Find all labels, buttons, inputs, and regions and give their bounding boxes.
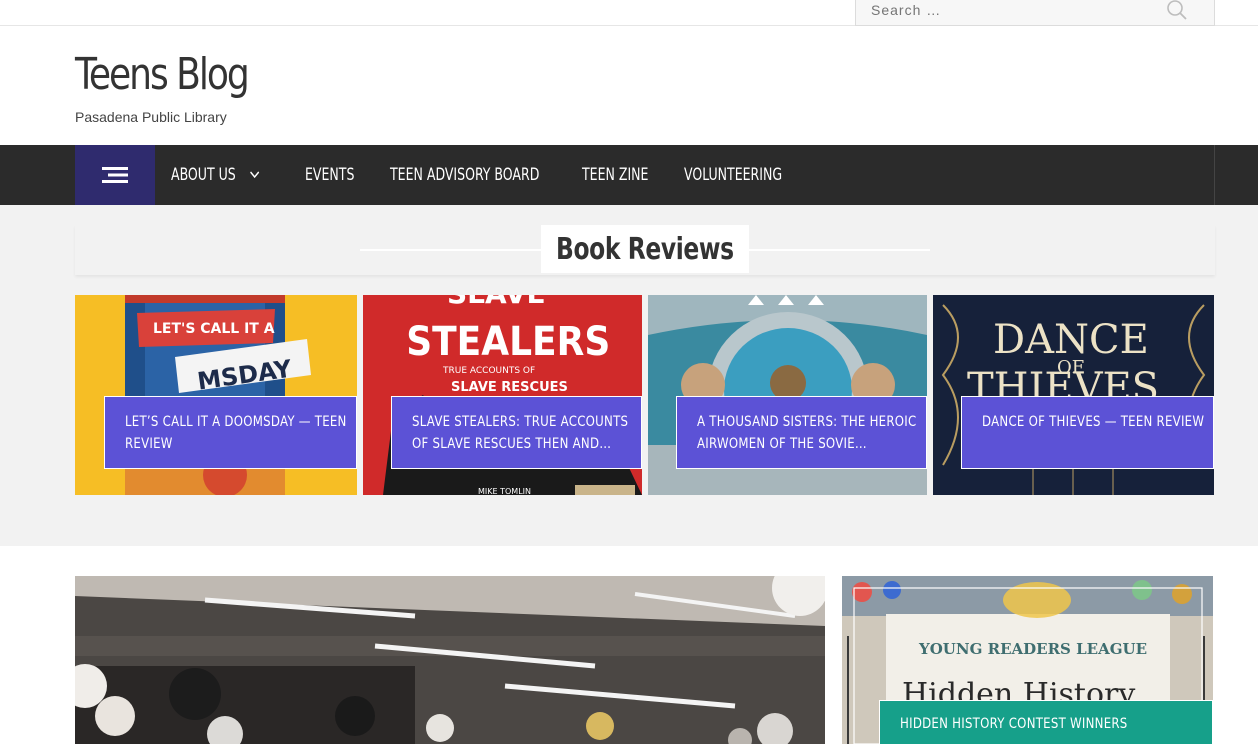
search-icon[interactable]	[1166, 0, 1188, 21]
review-card-caption[interactable]: A Thousand Sisters: The Heroic Airwomen …	[676, 396, 927, 469]
nav-item-label: Events	[305, 165, 355, 185]
section-header: Book Reviews	[75, 225, 1215, 275]
nav-item-volunteering[interactable]: Volunteering	[684, 145, 782, 205]
nav-item-teen-zine[interactable]: Teen Zine	[582, 145, 648, 205]
review-card-caption[interactable]: Let’s Call It a Doomsday — Teen Review	[104, 396, 357, 469]
cover-text: SLAVE RESCUES	[451, 380, 568, 395]
section-title[interactable]: Book Reviews	[541, 225, 749, 273]
review-card-caption[interactable]: Dance of Thieves — Teen Review	[961, 396, 1214, 469]
site-description: Pasadena Public Library	[75, 109, 227, 125]
top-bar	[0, 0, 1258, 26]
cover-text: LET'S CALL IT A	[153, 321, 275, 337]
nav-item-label: Teen Advisory Board	[390, 165, 540, 185]
hamburger-icon	[102, 167, 128, 183]
search-form	[855, 0, 1215, 26]
featured-post-image[interactable]	[75, 576, 825, 744]
review-card[interactable]: A Thousand Sisters: The Heroic Airwomen …	[648, 295, 927, 495]
featured-section: YOUNG READERS LEAGUE Hidden History Hidd…	[0, 546, 1258, 744]
menu-toggle-button[interactable]	[75, 145, 155, 205]
book-reviews-section: Book Reviews LET'S CALL IT A MSDAY Let’s…	[0, 205, 1258, 546]
cover-text: STEALERS	[406, 318, 610, 364]
post-image-text: YOUNG READERS LEAGUE	[918, 640, 1147, 658]
review-card[interactable]: SLAVE STEALERS TRUE ACCOUNTS OF SLAVE RE…	[363, 295, 642, 495]
chevron-down-icon	[250, 171, 260, 179]
cover-text: SLAVE	[447, 295, 546, 310]
nav-item-about-us[interactable]: About Us	[171, 145, 260, 205]
nav-item-label: About Us	[171, 165, 236, 185]
search-input[interactable]	[856, 0, 1146, 25]
review-card[interactable]: DANCE OF THIEVES Dance of Thieves — Teen…	[933, 295, 1214, 495]
nav-item-label: Volunteering	[684, 165, 783, 185]
nav-item-events[interactable]: Events	[305, 145, 354, 205]
featured-side-post[interactable]: YOUNG READERS LEAGUE Hidden History Hidd…	[842, 576, 1213, 744]
featured-side-caption[interactable]: Hidden History Contest Winners	[879, 700, 1213, 744]
review-card[interactable]: LET'S CALL IT A MSDAY Let’s Call It a Do…	[75, 295, 357, 495]
nav-item-teen-advisory-board[interactable]: Teen Advisory Board	[390, 145, 539, 205]
nav-divider	[1214, 145, 1215, 205]
main-navigation: About Us Events Teen Advisory Board Teen…	[0, 145, 1258, 205]
cover-text: TRUE ACCOUNTS OF	[442, 366, 535, 376]
nav-item-label: Teen Zine	[582, 165, 649, 185]
site-branding: Teens Blog Pasadena Public Library	[75, 45, 286, 125]
site-title[interactable]: Teens Blog	[75, 45, 250, 105]
review-card-caption[interactable]: Slave Stealers: True Accounts of Slave R…	[391, 396, 642, 469]
cover-text: MIKE TOMLIN	[478, 487, 531, 495]
